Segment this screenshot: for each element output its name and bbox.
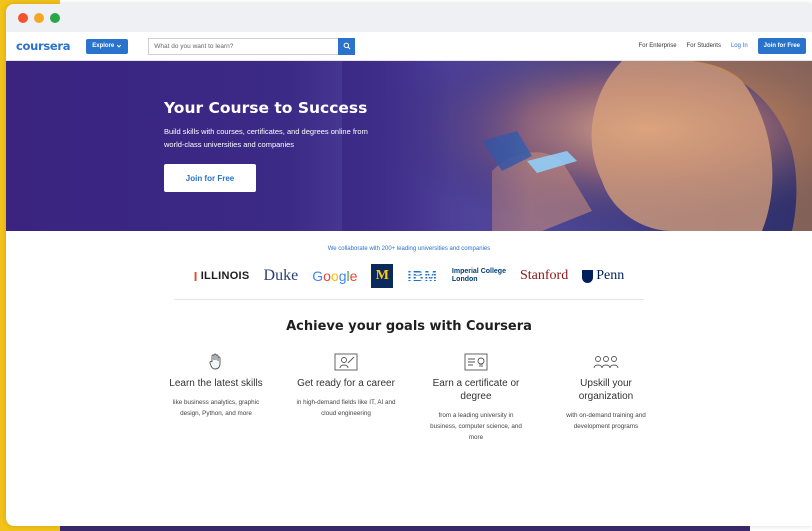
explore-button-label: Explore [92, 43, 115, 49]
feature-career: Get ready for a career in high-demand fi… [296, 352, 396, 419]
penn-logo-text: Penn [596, 268, 625, 283]
section-divider [174, 299, 644, 300]
google-logo[interactable]: Google [312, 268, 357, 284]
join-for-free-nav-button[interactable]: Join for Free [757, 38, 806, 54]
hero-image [342, 61, 812, 231]
feature-title: Earn a certificate or degree [432, 378, 520, 402]
illinois-logo-text: ILLINOIS [200, 270, 250, 282]
for-enterprise-link[interactable]: For Enterprise [639, 43, 677, 49]
feature-description: from a leading university in business, c… [430, 412, 522, 441]
feature-certificate: Earn a certificate or degree from a lead… [426, 352, 526, 443]
hero-banner: Your Course to Success Build skills with… [6, 61, 812, 231]
hero-subtitle: Build skills with courses, certificates,… [164, 127, 368, 149]
michigan-logo[interactable]: M [371, 264, 394, 288]
penn-shield-icon [582, 269, 594, 283]
nav-right-links: For Enterprise For Students Log In Join … [639, 38, 806, 54]
team-icon [593, 356, 619, 369]
join-for-free-hero-button[interactable]: Join for Free [164, 164, 256, 192]
search-button[interactable] [338, 37, 356, 55]
minimize-window-button[interactable] [34, 13, 44, 23]
goals-heading: Achieve your goals with Coursera [286, 319, 532, 334]
search-input[interactable] [148, 37, 339, 55]
feature-description: with on-demand training and development … [566, 412, 646, 430]
penn-logo[interactable]: Penn [582, 268, 624, 284]
imperial-logo-line2: London [451, 276, 478, 283]
imperial-college-logo[interactable]: Imperial College London [452, 268, 506, 284]
hero-content: Your Course to Success Build skills with… [164, 99, 384, 192]
site-navbar: coursera Explore For Enterprise For Stud… [6, 32, 812, 61]
hero-title: Your Course to Success [164, 99, 368, 117]
search-icon [343, 42, 351, 50]
for-students-link[interactable]: For Students [687, 43, 721, 49]
imperial-logo-line1: Imperial College [451, 268, 506, 275]
career-icon [334, 353, 358, 371]
login-link[interactable]: Log In [731, 43, 748, 49]
close-window-button[interactable] [18, 13, 28, 23]
feature-description: in high-demand fields like IT, AI and cl… [296, 399, 396, 417]
stanford-logo[interactable]: Stanford [520, 268, 568, 284]
certificate-icon [464, 353, 488, 371]
illinois-logo[interactable]: I ILLINOIS [194, 269, 250, 284]
ibm-logo[interactable]: IBM [407, 268, 438, 285]
maximize-window-button[interactable] [50, 13, 60, 23]
feature-title: Upskill your organization [578, 378, 634, 402]
window-titlebar [6, 4, 812, 32]
feature-description: like business analytics, graphic design,… [172, 399, 260, 417]
chevron-down-icon [117, 44, 122, 48]
search-bar [148, 37, 356, 55]
hand-icon [209, 353, 221, 370]
feature-title: Get ready for a career [297, 378, 395, 389]
partner-logos: I ILLINOIS Duke Google M IBM Imperial Co… [6, 264, 812, 288]
feature-learn-skills: Learn the latest skills like business an… [166, 352, 266, 419]
explore-button[interactable]: Explore [86, 38, 129, 54]
coursera-logo[interactable]: coursera [16, 39, 71, 53]
browser-window: coursera Explore For Enterprise For Stud… [6, 4, 812, 526]
partners-caption: We collaborate with 200+ leading univers… [327, 246, 491, 252]
duke-logo[interactable]: Duke [264, 267, 299, 285]
feature-organization: Upskill your organization with on-demand… [556, 352, 656, 432]
goals-features: Learn the latest skills like business an… [6, 352, 812, 462]
feature-title: Learn the latest skills [169, 378, 263, 389]
illinois-i-icon: I [193, 268, 198, 284]
